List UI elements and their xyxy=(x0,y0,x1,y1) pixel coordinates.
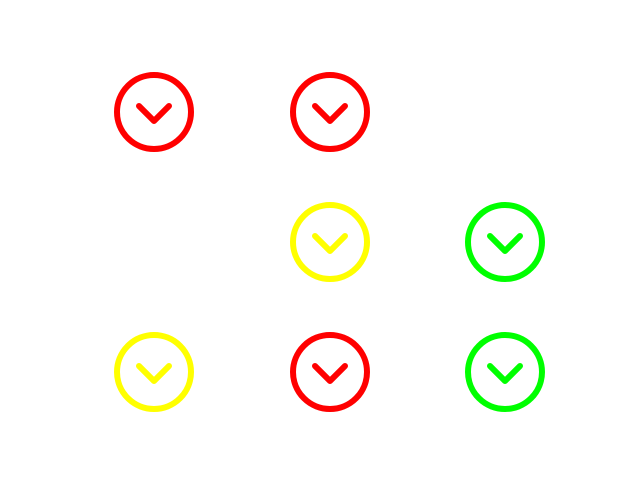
yellow-chevron-down-circle-icon[interactable] xyxy=(112,330,196,414)
yellow-chevron-down-circle-icon[interactable] xyxy=(288,200,372,284)
green-chevron-down-circle-icon[interactable] xyxy=(463,200,547,284)
red-chevron-down-circle-icon[interactable] xyxy=(288,330,372,414)
red-chevron-down-circle-icon[interactable] xyxy=(112,70,196,154)
icon-grid xyxy=(0,0,640,480)
red-chevron-down-circle-icon[interactable] xyxy=(288,70,372,154)
green-chevron-down-circle-icon[interactable] xyxy=(463,330,547,414)
